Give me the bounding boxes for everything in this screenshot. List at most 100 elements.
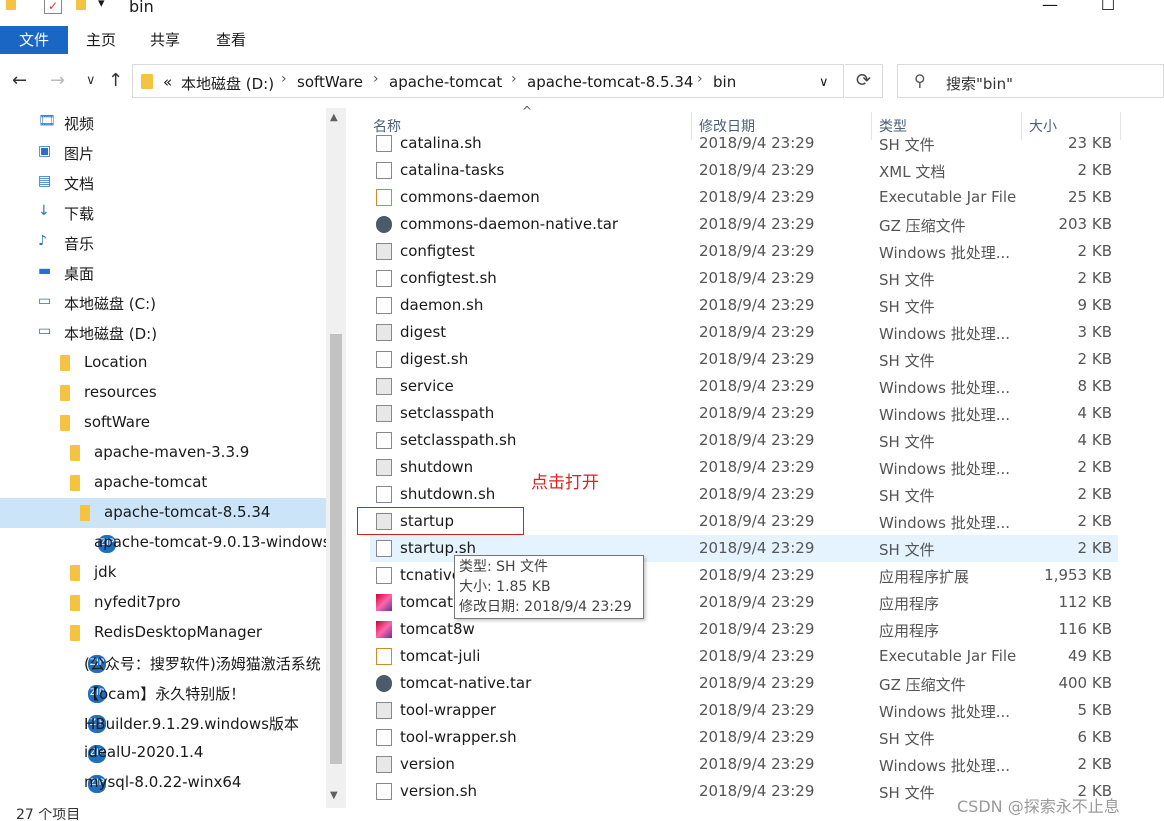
file-date: 2018/9/4 23:29	[699, 701, 815, 719]
file-size: 4 KB	[1077, 404, 1112, 422]
file-row[interactable]: version 2018/9/4 23:29 Windows 批处理... 2 KB	[370, 751, 1118, 778]
folder-icon	[60, 385, 70, 401]
sidebar-item[interactable]: resources	[0, 378, 326, 408]
breadcrumb-apache-tomcat-8-5-34[interactable]: apache-tomcat-8.5.34	[527, 73, 693, 91]
xml-file-icon	[376, 162, 392, 179]
tab-file[interactable]: 文件	[0, 26, 68, 54]
sidebar-item[interactable]: jdk	[0, 558, 326, 588]
sidebar-item[interactable]: ▤ 文档	[0, 168, 326, 198]
file-row[interactable]: daemon.sh 2018/9/4 23:29 SH 文件 9 KB	[370, 292, 1118, 319]
sidebar-item[interactable]: ↓ 下载	[0, 198, 326, 228]
file-name: configtest	[400, 242, 475, 260]
breadcrumb-separator[interactable]: ›	[281, 71, 287, 87]
sidebar-item[interactable]: ZIP mysql-8.0.22-winx64	[0, 768, 326, 798]
column-name[interactable]: 名称	[373, 116, 401, 136]
file-row[interactable]: setclasspath 2018/9/4 23:29 Windows 批处理...…	[370, 400, 1118, 427]
sidebar-item[interactable]: Location	[0, 348, 326, 378]
file-row[interactable]: digest 2018/9/4 23:29 Windows 批处理... 3 KB	[370, 319, 1118, 346]
breadcrumb-bin[interactable]: bin	[713, 73, 736, 91]
sidebar-item[interactable]: RedisDesktopManager	[0, 618, 326, 648]
file-row[interactable]: service 2018/9/4 23:29 Windows 批处理... 8 KB	[370, 373, 1118, 400]
sidebar-item[interactable]: ▬ 桌面	[0, 258, 326, 288]
file-type: SH 文件	[879, 433, 935, 451]
sidebar-item-label: HBuilder.9.1.29.windows版本	[84, 715, 299, 733]
breadcrumb-separator[interactable]: ›	[373, 71, 379, 87]
scroll-up-arrow[interactable]: ▲	[330, 112, 338, 123]
file-row[interactable]: tomcat-native.tar 2018/9/4 23:29 GZ 压缩文件 40…	[370, 670, 1118, 697]
file-row[interactable]: shutdown 2018/9/4 23:29 Windows 批处理... 2 KB	[370, 454, 1118, 481]
file-row[interactable]: setclasspath.sh 2018/9/4 23:29 SH 文件 4 KB	[370, 427, 1118, 454]
sidebar-item[interactable]: apache-maven-3.3.9	[0, 438, 326, 468]
file-row[interactable]: catalina.sh 2018/9/4 23:29 SH 文件 23 KB	[370, 134, 1118, 157]
sidebar-item-label: 图片	[64, 145, 95, 163]
customize-toolbar-icon[interactable]: ▾	[98, 0, 105, 12]
file-row[interactable]: configtest 2018/9/4 23:29 Windows 批处理... 2 …	[370, 238, 1118, 265]
maximize-button[interactable]: ☐	[1088, 0, 1128, 20]
sidebar-item[interactable]: ♪ 音乐	[0, 228, 326, 258]
address-bar[interactable]: « 本地磁盘 (D:) › softWare › apache-tomcat ›…	[132, 64, 844, 98]
sidebar-item[interactable]: ZIP idealU-2020.1.4	[0, 738, 326, 768]
new-folder-icon[interactable]	[76, 0, 86, 10]
file-row[interactable]: tomcat8w 2018/9/4 23:29 应用程序 116 KB	[370, 616, 1118, 643]
refresh-button[interactable]: ⟳	[845, 64, 883, 98]
sidebar-item[interactable]: ZIP apache-tomcat-9.0.13-windows-	[0, 528, 336, 558]
breadcrumb-software[interactable]: softWare	[297, 73, 363, 91]
forward-button[interactable]: →	[50, 70, 65, 91]
sidebar-item-label: 桌面	[64, 265, 95, 283]
file-row[interactable]: tool-wrapper.sh 2018/9/4 23:29 SH 文件 6 KB	[370, 724, 1118, 751]
file-date: 2018/9/4 23:29	[699, 755, 815, 773]
tab-home[interactable]: 主页	[76, 26, 126, 54]
column-size[interactable]: 大小	[1029, 116, 1057, 136]
sidebar-item[interactable]: apache-tomcat	[0, 468, 326, 498]
sidebar-item[interactable]: ▭ 本地磁盘 (D:)	[0, 318, 326, 348]
properties-icon[interactable]: ✓	[44, 0, 62, 14]
up-button[interactable]: ↑	[108, 70, 123, 91]
sidebar-item[interactable]: 🎞 视频	[0, 108, 326, 138]
file-row[interactable]: catalina-tasks 2018/9/4 23:29 XML 文档 2 KB	[370, 157, 1118, 184]
file-row[interactable]: commons-daemon 2018/9/4 23:29 Executable J…	[370, 184, 1118, 211]
scrollbar-thumb[interactable]	[330, 334, 342, 764]
breadcrumb-separator[interactable]: ›	[697, 71, 703, 87]
file-row[interactable]: digest.sh 2018/9/4 23:29 SH 文件 2 KB	[370, 346, 1118, 373]
column-type[interactable]: 类型	[879, 116, 907, 136]
back-button[interactable]: ←	[12, 70, 27, 91]
chevron-down-icon[interactable]: ∨	[819, 75, 829, 90]
sidebar-item[interactable]: softWare	[0, 408, 326, 438]
file-name: catalina.sh	[400, 134, 482, 152]
sidebar-item[interactable]: ZIP 【ocam】永久特别版！	[0, 678, 326, 708]
breadcrumb-overflow[interactable]: «	[163, 73, 172, 91]
file-row[interactable]: tool-wrapper 2018/9/4 23:29 Windows 批处理...…	[370, 697, 1118, 724]
sidebar-item[interactable]: ZIP (公众号：搜罗软件)汤姆猫激活系统	[0, 648, 326, 678]
column-date[interactable]: 修改日期	[699, 116, 755, 136]
sidebar-item[interactable]: ▭ 本地磁盘 (C:)	[0, 288, 326, 318]
file-row[interactable]: shutdown.sh 2018/9/4 23:29 SH 文件 2 KB	[370, 481, 1118, 508]
navigation-bar: ← → ∨ ↑ « 本地磁盘 (D:) › softWare › apache-…	[0, 62, 1164, 100]
file-date: 2018/9/4 23:29	[699, 620, 815, 638]
file-row[interactable]: configtest.sh 2018/9/4 23:29 SH 文件 2 KB	[370, 265, 1118, 292]
minimize-button[interactable]: —	[1030, 0, 1070, 20]
file-row[interactable]: commons-daemon-native.tar 2018/9/4 23:29 G…	[370, 211, 1118, 238]
search-input[interactable]: 搜索"bin"	[946, 73, 1013, 94]
highlight-box	[357, 507, 524, 535]
breadcrumb-drive-d[interactable]: 本地磁盘 (D:)	[181, 73, 274, 94]
sidebar-item[interactable]: ZIP HBuilder.9.1.29.windows版本	[0, 708, 326, 738]
navigation-pane-scrollbar[interactable]: ▲ ▼	[326, 108, 346, 808]
file-date: 2018/9/4 23:29	[699, 296, 815, 314]
search-box[interactable]: ⚲ 搜索"bin"	[897, 64, 1164, 98]
file-row[interactable]: tomcat-juli 2018/9/4 23:29 Executable Jar …	[370, 643, 1118, 670]
file-type: SH 文件	[879, 487, 935, 505]
breadcrumb-separator[interactable]: ›	[511, 71, 517, 87]
file-name: commons-daemon	[400, 188, 540, 206]
scroll-down-arrow[interactable]: ▼	[330, 790, 338, 801]
jar-file-icon	[376, 648, 392, 665]
sidebar-item-label: mysql-8.0.22-winx64	[84, 773, 242, 791]
file-size: 2 KB	[1077, 161, 1112, 179]
tab-share[interactable]: 共享	[140, 26, 190, 54]
recent-locations-button[interactable]: ∨	[86, 73, 96, 88]
sidebar-item[interactable]: apache-tomcat-8.5.34	[0, 498, 326, 528]
tab-view[interactable]: 查看	[206, 26, 256, 54]
sidebar-item-label: nyfedit7pro	[94, 593, 181, 611]
sidebar-item[interactable]: nyfedit7pro	[0, 588, 326, 618]
breadcrumb-apache-tomcat[interactable]: apache-tomcat	[389, 73, 502, 91]
sidebar-item[interactable]: ▣ 图片	[0, 138, 326, 168]
